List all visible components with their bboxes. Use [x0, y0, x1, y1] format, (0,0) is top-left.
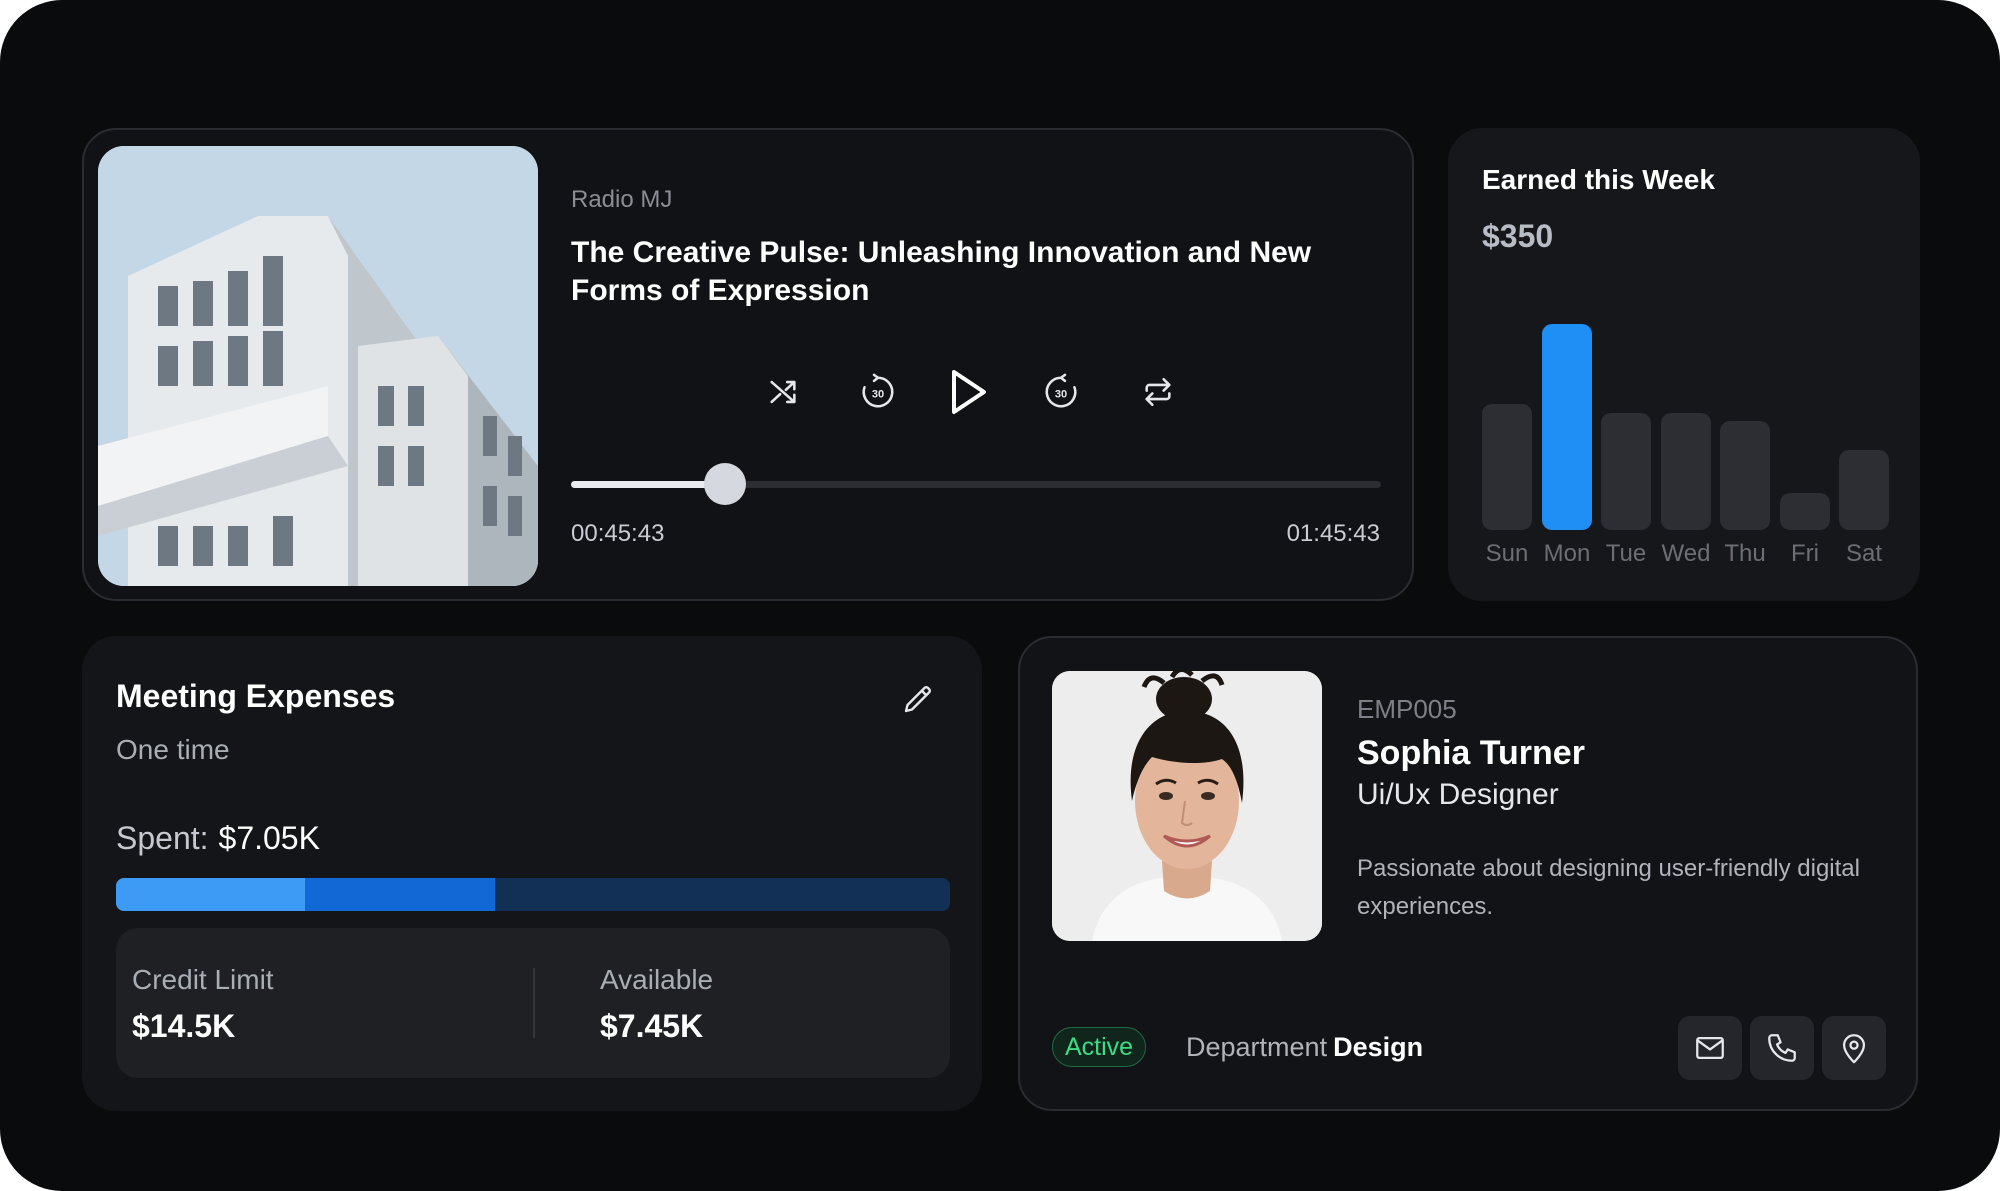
- day-label-fri: Fri: [1791, 540, 1819, 567]
- spent-label: Spent:: [116, 820, 209, 856]
- shuffle-button[interactable]: [753, 362, 813, 422]
- email-button[interactable]: [1678, 1016, 1742, 1080]
- station-name: Radio MJ: [571, 186, 673, 213]
- meeting-expenses-card: Meeting Expenses One time Spent: $7.05K C…: [82, 636, 982, 1111]
- repeat-button[interactable]: [1128, 362, 1188, 422]
- shuffle-icon: [770, 380, 796, 404]
- progress-slider[interactable]: [571, 463, 1381, 505]
- employee-photo: [1052, 671, 1322, 941]
- available-value: $7.45K: [600, 1008, 704, 1044]
- bar-sun: [1482, 404, 1532, 530]
- spend-segment-1: [116, 878, 306, 911]
- credit-summary: Credit Limit $14.5K Available $7.45K: [116, 928, 950, 1078]
- edit-button[interactable]: [900, 681, 936, 717]
- rewind-30-icon: 30: [862, 373, 894, 408]
- status-badge: Active: [1052, 1027, 1147, 1067]
- employee-id: EMP005: [1357, 694, 1457, 724]
- bar-fri: [1780, 493, 1830, 530]
- dashboard-frame: Radio MJ The Creative Pulse: Unleashing …: [0, 0, 2000, 1191]
- day-label-sun: Sun: [1485, 540, 1529, 567]
- total-time: 01:45:43: [1286, 520, 1380, 547]
- spent-row: Spent: $7.05K: [116, 820, 320, 857]
- day-label-wed: Wed: [1661, 540, 1711, 567]
- phone-icon: [1768, 1034, 1796, 1062]
- employee-bio: Passionate about designing user-friendly…: [1357, 855, 1860, 920]
- location-pin-icon: [1842, 1034, 1866, 1064]
- rewind-30-button[interactable]: 30: [848, 362, 908, 422]
- credit-limit-value: $14.5K: [132, 1008, 236, 1044]
- earnings-bar-chart: Sun Mon Tue Wed Thu Fri Sat: [1448, 128, 1920, 601]
- summary-divider: [533, 968, 535, 1038]
- play-icon: [952, 370, 986, 414]
- episode-title: The Creative Pulse: Unleashing Innovatio…: [571, 236, 1312, 307]
- spend-segment-2: [305, 878, 496, 911]
- expenses-subtitle: One time: [116, 734, 230, 765]
- call-button[interactable]: [1750, 1016, 1814, 1080]
- spend-segment-3: [495, 878, 950, 911]
- podcast-player-card: Radio MJ The Creative Pulse: Unleashing …: [82, 128, 1414, 601]
- forward-30-icon: 30: [1045, 373, 1077, 408]
- available-label: Available: [600, 964, 714, 995]
- day-label-mon: Mon: [1543, 540, 1591, 567]
- progress-fill: [571, 481, 725, 488]
- forward-30-button[interactable]: 30: [1031, 362, 1091, 422]
- pencil-icon: [904, 685, 932, 713]
- bar-sat: [1839, 450, 1889, 530]
- play-button[interactable]: [938, 362, 998, 422]
- department-value: Design: [1333, 1032, 1424, 1062]
- spent-value: $7.05K: [218, 820, 320, 856]
- svg-text:30: 30: [872, 389, 884, 401]
- employee-name: Sophia Turner: [1357, 734, 1585, 772]
- location-button[interactable]: [1822, 1016, 1886, 1080]
- department-row: Department Design: [1186, 1032, 1423, 1063]
- expenses-title: Meeting Expenses: [116, 678, 396, 714]
- credit-limit-label: Credit Limit: [132, 964, 274, 995]
- employee-profile-card: EMP005 Sophia Turner Ui/Ux Designer Pass…: [1018, 636, 1918, 1111]
- album-cover-image: [98, 146, 538, 586]
- bar-wed: [1661, 413, 1711, 530]
- employee-role: Ui/Ux Designer: [1357, 778, 1559, 811]
- bar-thu: [1720, 421, 1770, 530]
- repeat-icon: [1145, 377, 1171, 407]
- day-label-thu: Thu: [1724, 540, 1766, 567]
- progress-knob[interactable]: [703, 463, 746, 505]
- department-label: Department: [1186, 1032, 1328, 1062]
- weekly-earnings-card: Earned this Week $350 Sun Mon Tue Wed Thu Fri…: [1448, 128, 1920, 601]
- current-time: 00:45:43: [571, 520, 665, 547]
- day-label-tue: Tue: [1605, 540, 1647, 567]
- bar-mon: [1542, 324, 1592, 530]
- spending-progress-bar: [116, 878, 950, 911]
- svg-text:30: 30: [1055, 389, 1067, 401]
- bar-tue: [1601, 413, 1651, 530]
- playback-controls: 30 30: [571, 362, 1381, 422]
- mail-icon: [1696, 1036, 1724, 1060]
- day-label-sat: Sat: [1845, 540, 1883, 567]
